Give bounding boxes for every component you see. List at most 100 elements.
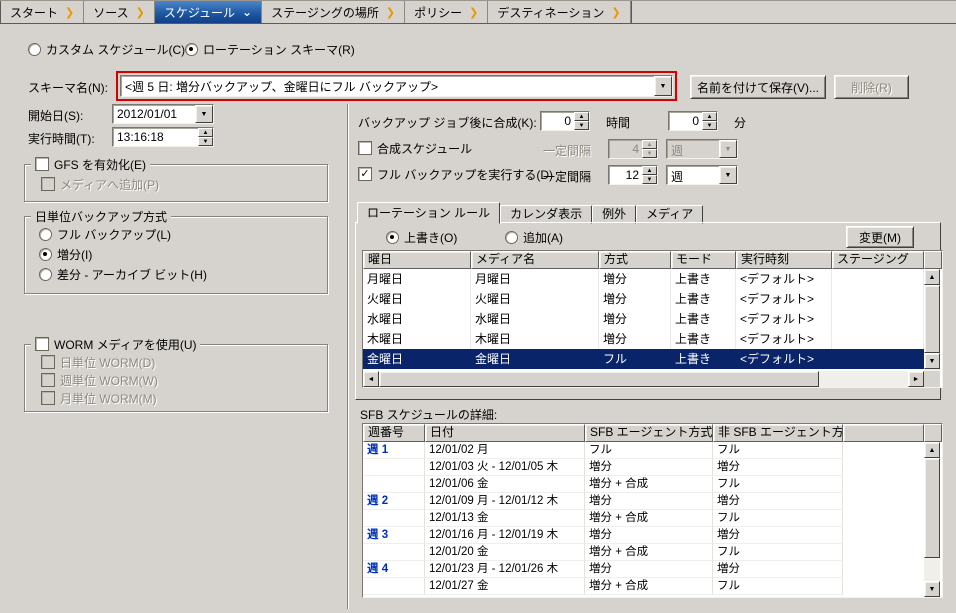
table-row-selected[interactable]: 金曜日 金曜日 フル 上書き <デフォルト>	[363, 349, 924, 369]
gfs-enable-checkbox[interactable]: GFS を有効化(E)	[35, 156, 146, 172]
worm-weekly-checkbox: 週単位 WORM(W)	[41, 372, 158, 388]
table-row[interactable]: 水曜日 水曜日 増分 上書き <デフォルト>	[363, 309, 924, 329]
scrollbar-thumb[interactable]	[924, 285, 940, 353]
scheme-name-value: <週 5 日: 増分バックアップ、金曜日にフル バックアップ>	[121, 76, 654, 96]
spin-up-button[interactable]: ▲	[198, 128, 213, 137]
checkbox-label: 月単位 WORM(M)	[60, 390, 157, 407]
chevron-right-icon: ❯	[136, 6, 145, 19]
makeup-minutes-input[interactable]: 0 ▲ ▼	[668, 111, 718, 131]
tab-schedule[interactable]: スケジュール ⌄	[155, 1, 262, 23]
radio-icon	[386, 231, 399, 244]
radio-append[interactable]: 追加(A)	[505, 229, 563, 245]
table-row[interactable]: 月曜日 月曜日 増分 上書き <デフォルト>	[363, 269, 924, 289]
change-button[interactable]: 変更(M)	[846, 226, 914, 248]
start-date-label: 開始日(S):	[28, 107, 83, 124]
dropdown-arrow-icon[interactable]: ▼	[195, 105, 213, 123]
scroll-right-icon[interactable]: ►	[908, 371, 924, 387]
tab-start[interactable]: スタート ❯	[1, 1, 84, 23]
spin-up-button[interactable]: ▲	[702, 112, 717, 121]
rotation-rules-table: 曜日 メディア名 方式 モード 実行時刻 ステージング 月曜日 月曜日 増分 上…	[362, 250, 943, 388]
scroll-up-icon[interactable]: ▲	[924, 442, 940, 458]
dropdown-arrow-icon[interactable]: ▼	[654, 76, 672, 96]
chevron-down-icon: ⌄	[242, 8, 252, 16]
table-row[interactable]: 週 4 12/01/23 月 - 12/01/26 木 増分 増分	[363, 561, 924, 578]
checkbox-icon	[35, 157, 49, 171]
makeup-hours-input[interactable]: 0 ▲ ▼	[540, 111, 590, 131]
table-row[interactable]: 火曜日 火曜日 増分 上書き <デフォルト>	[363, 289, 924, 309]
tab-policy[interactable]: ポリシー ❯	[405, 1, 488, 23]
table-row[interactable]: 12/01/03 火 - 12/01/05 木 増分 増分	[363, 459, 924, 476]
vertical-scrollbar[interactable]: ▲ ▼	[924, 442, 940, 597]
tab-destination[interactable]: デスティネーション ❯	[488, 1, 630, 23]
full-backup-checkbox[interactable]: ✓ フル バックアップを実行する(D)	[358, 166, 553, 182]
tab-staging-location[interactable]: ステージングの場所 ❯	[262, 1, 405, 23]
column-header[interactable]: 曜日	[363, 251, 471, 269]
table-cell: フル	[713, 510, 843, 527]
scroll-down-icon[interactable]: ▼	[924, 581, 940, 597]
table-row[interactable]: 週 1 12/01/02 月 フル フル	[363, 442, 924, 459]
column-header[interactable]: SFB エージェント方式	[585, 424, 713, 442]
tab-source[interactable]: ソース ❯	[84, 1, 155, 23]
column-header[interactable]: 方式	[599, 251, 671, 269]
save-as-button[interactable]: 名前を付けて保存(V)...	[690, 75, 826, 99]
horizontal-scrollbar[interactable]: ◄ ►	[363, 371, 924, 387]
start-date-select[interactable]: 2012/01/01 ▼	[112, 104, 214, 124]
tab-label: スタート	[10, 4, 58, 21]
tab-rotation-rules[interactable]: ローテーション ルール	[357, 202, 500, 224]
table-cell: フル	[585, 442, 713, 459]
spin-down-button[interactable]: ▼	[574, 121, 589, 130]
column-header[interactable]: 非 SFB エージェント方...	[713, 424, 843, 442]
column-header[interactable]: 実行時刻	[736, 251, 832, 269]
radio-rotation-scheme[interactable]: ローテーション スキーマ(R)	[185, 41, 355, 57]
table-cell: 増分	[713, 527, 843, 544]
column-header[interactable]: 週番号	[363, 424, 425, 442]
table-cell: 上書き	[671, 329, 736, 349]
table-row[interactable]: 12/01/13 金 増分 + 合成 フル	[363, 510, 924, 527]
spin-up-button[interactable]: ▲	[574, 112, 589, 121]
full-unit-select[interactable]: 週 ▼	[666, 165, 738, 185]
scroll-left-icon[interactable]: ◄	[363, 371, 379, 387]
table-cell: 木曜日	[363, 329, 471, 349]
scrollbar-thumb[interactable]	[924, 458, 940, 558]
radio-full-backup[interactable]: フル バックアップ(L)	[39, 226, 171, 242]
column-header[interactable]: 日付	[425, 424, 585, 442]
radio-overwrite[interactable]: 上書き(O)	[386, 229, 457, 245]
scroll-down-icon[interactable]: ▼	[924, 353, 940, 369]
full-interval-input[interactable]: 12 ▲ ▼	[608, 165, 658, 185]
table-row[interactable]: 週 3 12/01/16 月 - 12/01/19 木 増分 増分	[363, 527, 924, 544]
table-row[interactable]: 週 2 12/01/09 月 - 12/01/12 木 増分 増分	[363, 493, 924, 510]
radio-custom-schedule[interactable]: カスタム スケジュール(C)	[28, 41, 185, 57]
table-row[interactable]: 木曜日 木曜日 増分 上書き <デフォルト>	[363, 329, 924, 349]
table-cell: 増分	[713, 561, 843, 578]
column-header[interactable]: ステージング	[832, 251, 924, 269]
radio-icon	[28, 43, 41, 56]
table-cell	[363, 476, 425, 493]
schedule-screen: スタート ❯ ソース ❯ スケジュール ⌄ ステージングの場所 ❯ ポリシー ❯…	[0, 0, 956, 613]
vertical-scrollbar[interactable]: ▲ ▼	[924, 269, 940, 371]
table-row[interactable]: 12/01/20 金 増分 + 合成 フル	[363, 544, 924, 561]
scheme-name-label: スキーマ名(N):	[28, 79, 108, 96]
unit-value: 週	[667, 166, 719, 184]
worm-use-checkbox[interactable]: WORM メディアを使用(U)	[35, 336, 196, 352]
spin-down-button[interactable]: ▼	[702, 121, 717, 130]
column-header[interactable]: メディア名	[471, 251, 599, 269]
column-header[interactable]: モード	[671, 251, 736, 269]
scrollbar-track[interactable]	[924, 558, 940, 581]
synth-schedule-checkbox[interactable]: 合成スケジュール	[358, 140, 472, 156]
table-row[interactable]: 12/01/06 金 増分 + 合成 フル	[363, 476, 924, 493]
dropdown-arrow-icon[interactable]: ▼	[719, 166, 737, 184]
scrollbar-thumb[interactable]	[379, 371, 819, 387]
table-row[interactable]: 12/01/27 金 増分 + 合成 フル	[363, 578, 924, 595]
table-cell: 増分	[713, 493, 843, 510]
radio-differential[interactable]: 差分 - アーカイブ ビット(H)	[39, 266, 207, 282]
scrollbar-track[interactable]	[819, 371, 908, 387]
scrollbar-corner	[924, 371, 940, 387]
spin-down-button[interactable]: ▼	[198, 137, 213, 146]
spin-up-button[interactable]: ▲	[642, 166, 657, 175]
spin-down-button[interactable]: ▼	[642, 175, 657, 184]
scroll-up-icon[interactable]: ▲	[924, 269, 940, 285]
scheme-name-select[interactable]: <週 5 日: 増分バックアップ、金曜日にフル バックアップ> ▼	[120, 75, 673, 97]
table-cell: <デフォルト>	[736, 349, 832, 369]
radio-incremental[interactable]: 増分(I)	[39, 246, 92, 262]
exec-time-input[interactable]: 13:16:18 ▲ ▼	[112, 127, 214, 147]
